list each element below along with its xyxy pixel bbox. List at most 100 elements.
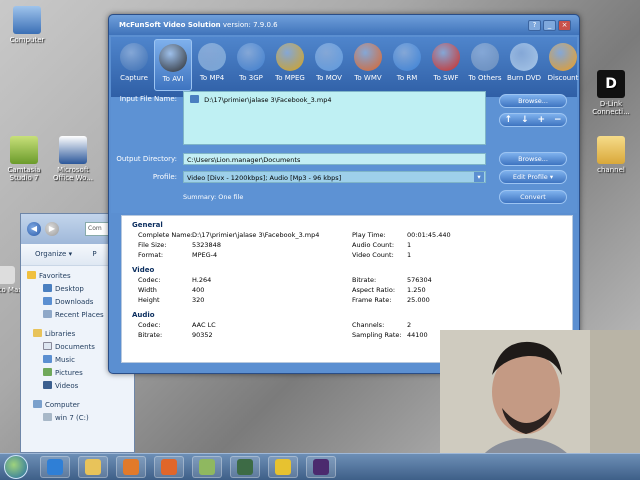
toolbar-button-to-3gp[interactable]: To 3GP (232, 39, 270, 91)
toolbar-button-to-mov[interactable]: To MOV (310, 39, 348, 91)
help-button[interactable]: ? (528, 20, 541, 31)
info-key: Bitrate: (138, 331, 163, 339)
nav-item-drive-c[interactable]: win 7 (C:) (27, 412, 128, 425)
info-key: Aspect Ratio: (352, 286, 396, 294)
chevron-down-icon[interactable]: ▾ (474, 172, 484, 182)
word-icon (59, 136, 87, 164)
desktop-icon-camtasia[interactable]: Camtasia Studio 7 (0, 136, 51, 182)
toolbar-button-to-swf[interactable]: To SWF (427, 39, 465, 91)
toolbar-button-discount[interactable]: Discount (544, 39, 582, 91)
audio-header: Audio (132, 311, 155, 319)
film-reel-icon (159, 44, 187, 72)
info-key: Bitrate: (352, 276, 377, 284)
toolbar-button-to-others[interactable]: To Others (466, 39, 504, 91)
main-toolbar: Capture To AVI To MP4 To 3GP To MPEG To MOV To… (111, 37, 578, 97)
taskbar-item-mcfunsoft[interactable] (268, 456, 298, 478)
taskbar-item-ie[interactable] (40, 456, 70, 478)
file-icon (190, 95, 199, 103)
mov-icon (315, 43, 343, 71)
app-version: version: 7.9.0.6 (222, 21, 278, 29)
move-up-icon[interactable]: ↑ (504, 114, 512, 126)
chevron-down-icon: ▾ (549, 173, 554, 181)
toolbar-button-capture[interactable]: Capture (115, 39, 153, 91)
back-arrow-icon[interactable]: ◀ (27, 222, 41, 236)
computer-icon (33, 400, 42, 408)
videos-icon (43, 381, 52, 389)
nav-label: Libraries (45, 330, 76, 338)
media-player-icon (123, 459, 139, 475)
camera-icon (237, 459, 253, 475)
toolbar-button-burn-dvd[interactable]: Burn DVD (505, 39, 543, 91)
toolbar-button-to-mp4[interactable]: To MP4 (193, 39, 231, 91)
info-key: Format: (138, 251, 164, 259)
desktop-icon-dlink[interactable]: D D-Link Connecti... (584, 70, 638, 116)
info-key: Complete Name: (138, 231, 193, 239)
app-icon (0, 266, 15, 284)
toolbar-button-to-wmv[interactable]: To WMV (349, 39, 387, 91)
folder-icon (597, 136, 625, 164)
profile-select[interactable]: Video [Divx - 1200kbps]; Audio [Mp3 - 96… (183, 171, 486, 183)
desktop-icon-computer[interactable]: Computer (0, 6, 54, 44)
mcfunsoft-window[interactable]: McFunSoft Video Solution version: 7.9.0.… (108, 14, 580, 374)
clapper-icon (276, 43, 304, 71)
firefox-icon (161, 459, 177, 475)
edit-profile-button[interactable]: Edit Profile ▾ (499, 170, 567, 184)
taskbar-item-premiere[interactable] (306, 456, 336, 478)
pictures-icon (43, 368, 52, 376)
info-value: 400 (192, 286, 205, 294)
organize-button[interactable]: Organize ▾ (35, 250, 72, 258)
toolbar-button-label: To MOV (316, 74, 342, 82)
remove-icon[interactable]: − (554, 114, 562, 126)
toolbar-button-label: Capture (120, 74, 148, 82)
browse-input-button[interactable]: Browse... (499, 94, 567, 108)
add-icon[interactable]: + (537, 114, 545, 126)
info-key: Width (138, 286, 157, 294)
input-file-list[interactable]: D:\17\primier\jalase 3\Facebook_3.mp4 (183, 91, 486, 145)
start-button[interactable] (4, 455, 28, 479)
star-icon (27, 271, 36, 279)
desktop-icon-channel[interactable]: channel (584, 136, 638, 174)
edit-profile-label: Edit Profile (512, 173, 548, 181)
convert-button[interactable]: Convert (499, 190, 567, 204)
desktop-icon-label: channel (597, 166, 625, 174)
app-title: McFunSoft Video Solution (119, 21, 221, 29)
nav-computer[interactable]: Computer (27, 399, 128, 412)
toolbar-p-button[interactable]: P (92, 250, 96, 258)
nav-item-videos[interactable]: Videos (27, 380, 128, 393)
desktop-icon-word[interactable]: Microsoft Office Wo... (46, 136, 100, 182)
input-file-item[interactable]: D:\17\primier\jalase 3\Facebook_3.mp4 (204, 96, 331, 104)
output-dir-field[interactable]: C:\Users\Lion.manager\Documents (183, 153, 486, 165)
move-down-icon[interactable]: ↓ (521, 114, 529, 126)
taskbar-item-media-player[interactable] (116, 456, 146, 478)
toolbar-button-to-rm[interactable]: To RM (388, 39, 426, 91)
toolbar-button-to-mpeg[interactable]: To MPEG (271, 39, 309, 91)
info-value: 576304 (407, 276, 432, 284)
ie-icon (47, 459, 63, 475)
nav-label: Downloads (55, 298, 94, 306)
info-value: 5323848 (192, 241, 221, 249)
taskbar-item-firefox[interactable] (154, 456, 184, 478)
profile-value: Video [Divx - 1200kbps]; Audio [Mp3 - 96… (187, 174, 342, 182)
close-button[interactable]: × (558, 20, 571, 31)
dlink-icon: D (597, 70, 625, 98)
info-key: Channels: (352, 321, 385, 329)
info-key: Codec: (138, 321, 161, 329)
mp4-player-icon (198, 43, 226, 71)
toolbar-button-to-avi[interactable]: To AVI (154, 39, 192, 91)
browse-output-button[interactable]: Browse... (499, 152, 567, 166)
info-value: 00:01:45.440 (407, 231, 451, 239)
nav-label: Favorites (39, 272, 71, 280)
nav-label: Documents (55, 343, 95, 351)
taskbar-item-app-green[interactable] (192, 456, 222, 478)
minimize-button[interactable]: _ (543, 20, 556, 31)
forward-arrow-icon[interactable]: ▶ (45, 222, 59, 236)
taskbar-item-folder[interactable] (78, 456, 108, 478)
general-header: General (132, 221, 163, 229)
info-value: 44100 (407, 331, 428, 339)
info-value: MPEG-4 (192, 251, 218, 259)
info-value: 1 (407, 251, 412, 259)
info-key: Video Count: (352, 251, 394, 259)
nav-label: Pictures (55, 369, 83, 377)
taskbar-item-camera[interactable] (230, 456, 260, 478)
downloads-icon (43, 297, 52, 305)
